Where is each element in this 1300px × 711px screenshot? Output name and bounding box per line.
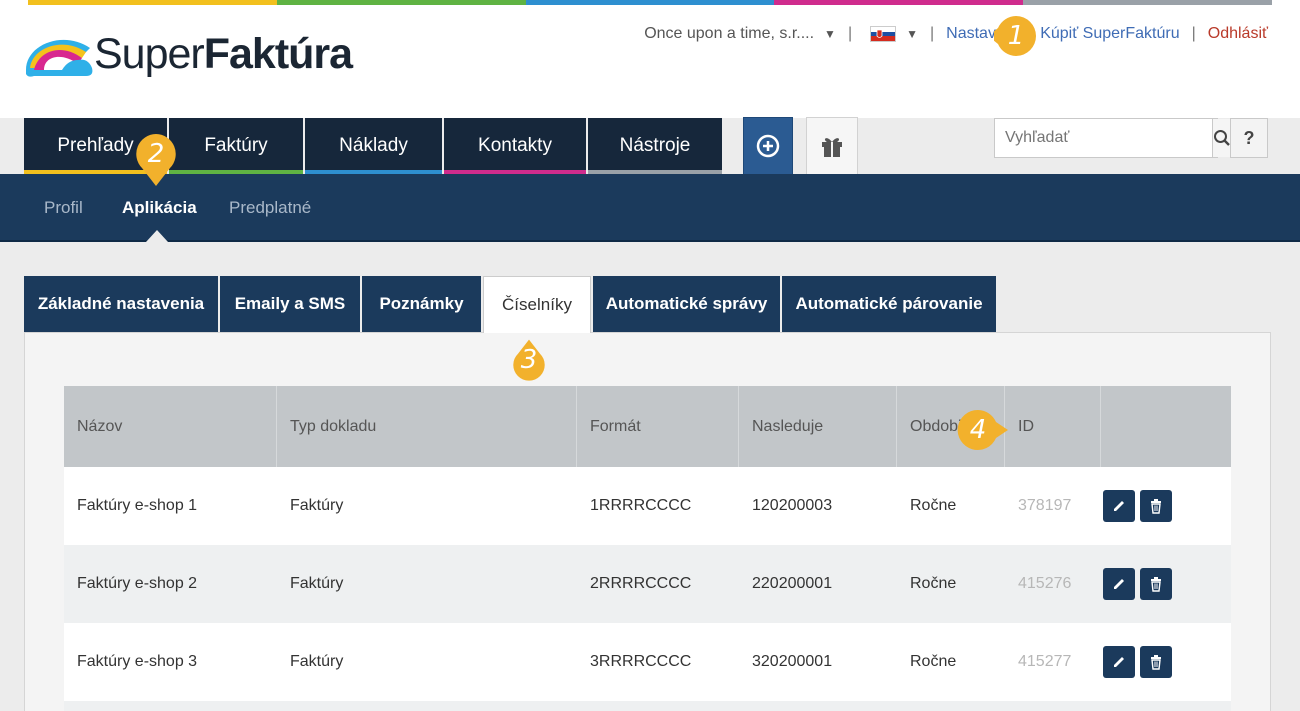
logo-mark-icon — [24, 30, 94, 78]
sub-navigation: Profil Aplikácia Predplatné — [0, 174, 1300, 242]
tab-poznamky[interactable]: Poznámky — [362, 276, 481, 332]
subnav-profil[interactable]: Profil — [44, 174, 83, 242]
caret-down-icon[interactable]: ▼ — [906, 27, 918, 41]
caret-down-icon[interactable]: ▼ — [824, 27, 836, 41]
row-actions — [1101, 490, 1172, 522]
tab-zakladne-nastavenia[interactable]: Základné nastavenia — [24, 276, 218, 332]
cell-doc-type: Faktúry — [290, 497, 344, 514]
search-button[interactable] — [1212, 119, 1231, 157]
buy-superfaktura-link[interactable]: Kúpiť SuperFaktúru — [1040, 25, 1179, 43]
column-header[interactable]: Nasleduje — [739, 386, 897, 467]
tab-ciselniky[interactable]: Číselníky — [483, 276, 591, 333]
cell-period: Ročne — [910, 497, 957, 514]
delete-button[interactable] — [1140, 490, 1172, 522]
main-tabs: Prehľady Faktúry Náklady Kontakty Nástro… — [24, 118, 724, 174]
cell-period: Ročne — [910, 653, 957, 670]
column-header[interactable]: Názov — [64, 386, 277, 467]
callout-badge: 2 — [134, 132, 178, 186]
cell-doc-type: Faktúry — [290, 575, 344, 592]
cell-id: 378197 — [1018, 497, 1072, 514]
cell-doc-type: Faktúry — [290, 653, 344, 670]
search-icon — [1214, 130, 1230, 146]
settings-tabs: Základné nastavenia Emaily a SMS Poznámk… — [24, 276, 998, 333]
tab-emaily-sms[interactable]: Emaily a SMS — [220, 276, 360, 332]
subnav-predplatne[interactable]: Predplatné — [229, 174, 311, 242]
company-selector[interactable]: Once upon a time, s.r.... — [644, 25, 814, 43]
tab-automaticke-parovanie[interactable]: Automatické párovanie — [782, 276, 996, 332]
top-navigation: Once upon a time, s.r.... ▼ | ▼ | Nastav… — [644, 25, 1268, 43]
table-row: Faktúry e-shop 2 Faktúry 2RRRRCCCC 22020… — [64, 545, 1231, 623]
brand-color-strip — [28, 0, 1272, 5]
trash-icon — [1151, 655, 1161, 670]
trash-icon — [1151, 499, 1161, 514]
cell-name: Faktúry e-shop 2 — [77, 575, 198, 592]
table-row: Faktúry e-shop 3 Faktúry 3RRRRCCCC 32020… — [64, 623, 1231, 701]
number-series-table: Názov Typ dokladu Formát Nasleduje Obdob… — [64, 386, 1231, 711]
table-row: Faktúry e-shop 1 Faktúry 1RRRRCCCC 12020… — [64, 467, 1231, 545]
column-header[interactable]: Typ dokladu — [277, 386, 577, 467]
logo-text: SuperFaktúra — [94, 30, 353, 78]
gift-icon — [822, 138, 842, 157]
cell-name: Faktúry e-shop 3 — [77, 653, 198, 670]
cell-id: 415277 — [1018, 653, 1072, 670]
logout-link[interactable]: Odhlásiť — [1208, 25, 1268, 43]
callout-badge: 4 — [956, 408, 1008, 452]
cell-name: Faktúry e-shop 1 — [77, 497, 198, 514]
delete-button[interactable] — [1140, 568, 1172, 600]
cell-format: 1RRRRCCCC — [590, 497, 692, 514]
plus-circle-icon — [756, 134, 780, 158]
tab-faktury[interactable]: Faktúry — [169, 118, 303, 174]
add-button[interactable] — [743, 117, 793, 175]
gift-button[interactable] — [806, 117, 858, 175]
cell-format: 2RRRRCCCC — [590, 575, 692, 592]
cell-next: 220200001 — [752, 575, 833, 592]
callout-badge: 3 — [507, 338, 551, 382]
cell-next: 320200001 — [752, 653, 833, 670]
flag-sk-icon[interactable] — [870, 26, 897, 42]
trash-icon — [1151, 577, 1161, 592]
tab-nastroje[interactable]: Nástroje — [588, 118, 722, 174]
edit-button[interactable] — [1103, 646, 1135, 678]
help-button[interactable]: ? — [1230, 118, 1268, 158]
search-box — [994, 118, 1231, 158]
callout-badge: 1 — [994, 14, 1038, 58]
pencil-icon — [1114, 501, 1124, 511]
tab-kontakty[interactable]: Kontakty — [444, 118, 586, 174]
cell-period: Ročne — [910, 575, 957, 592]
cell-next: 120200003 — [752, 497, 833, 514]
active-indicator-caret — [146, 230, 168, 242]
tab-automaticke-spravy[interactable]: Automatické správy — [593, 276, 780, 332]
column-header[interactable]: Formát — [577, 386, 739, 467]
row-actions — [1101, 646, 1172, 678]
column-header — [1101, 386, 1231, 467]
edit-button[interactable] — [1103, 490, 1135, 522]
search-input[interactable] — [995, 119, 1212, 157]
cell-format: 3RRRRCCCC — [590, 653, 692, 670]
table-header: Názov Typ dokladu Formát Nasleduje Obdob… — [64, 386, 1231, 467]
table-row — [64, 701, 1231, 711]
delete-button[interactable] — [1140, 646, 1172, 678]
column-header[interactable]: ID — [1005, 386, 1101, 467]
pencil-icon — [1114, 657, 1124, 667]
pencil-icon — [1114, 579, 1124, 589]
logo[interactable]: SuperFaktúra — [24, 30, 353, 78]
row-actions — [1101, 568, 1172, 600]
tab-naklady[interactable]: Náklady — [305, 118, 442, 174]
cell-id: 415276 — [1018, 575, 1072, 592]
edit-button[interactable] — [1103, 568, 1135, 600]
